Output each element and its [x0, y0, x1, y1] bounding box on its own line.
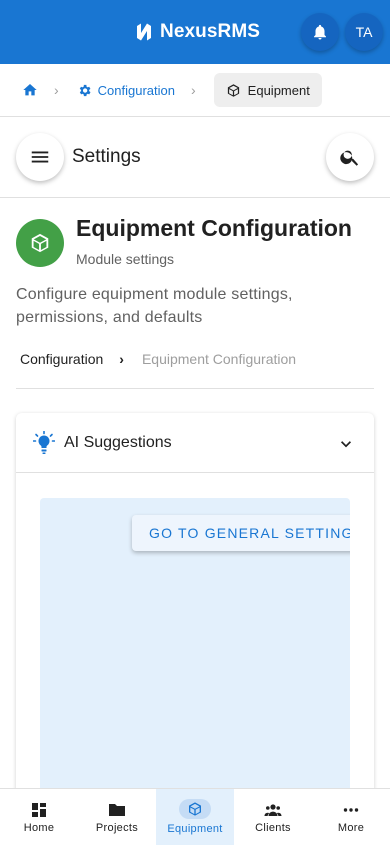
chevron-right-icon: ›	[191, 82, 196, 98]
active-indicator	[179, 799, 211, 819]
lightbulb-icon	[33, 431, 55, 454]
ai-suggestions-header[interactable]: AI Suggestions	[16, 413, 374, 473]
ai-suggestions-card: AI Suggestions GO TO GENERAL SETTINGS	[16, 413, 374, 813]
bottom-navigation: Home Projects Equipment Clients More	[0, 788, 390, 845]
divider	[16, 388, 374, 389]
sub-breadcrumb: Configuration › Equipment Configuration	[20, 351, 296, 367]
equipment-module-icon	[16, 219, 64, 267]
nav-label: Equipment	[167, 823, 223, 835]
settings-header: Settings	[0, 117, 390, 198]
go-to-general-settings-button[interactable]: GO TO GENERAL SETTINGS	[132, 515, 350, 551]
more-icon	[343, 808, 359, 812]
nav-item-projects[interactable]: Projects	[78, 789, 156, 845]
nav-item-equipment[interactable]: Equipment	[156, 789, 234, 845]
nav-item-more[interactable]: More	[312, 789, 390, 845]
sub-breadcrumb-configuration[interactable]: Configuration	[20, 351, 103, 367]
nav-label: Clients	[255, 822, 291, 834]
app-bar: NexusRMS TA	[0, 0, 390, 64]
nav-item-clients[interactable]: Clients	[234, 789, 312, 845]
nav-label: Home	[23, 822, 55, 834]
cube-icon	[31, 233, 49, 253]
module-subtitle: Module settings	[76, 251, 175, 267]
module-title: Equipment Configuration	[76, 215, 352, 241]
brand-logo[interactable]: NexusRMS	[134, 20, 260, 44]
sub-breadcrumb-current: Equipment Configuration	[141, 351, 297, 367]
breadcrumb-equipment-label: Equipment	[247, 82, 310, 98]
breadcrumb-configuration-label: Configuration	[97, 82, 175, 98]
bell-icon	[314, 24, 326, 40]
page-title: Settings	[72, 146, 141, 167]
user-avatar[interactable]: TA	[345, 13, 383, 51]
ai-suggestions-panel: GO TO GENERAL SETTINGS	[40, 498, 350, 813]
nexus-logo-icon	[137, 23, 151, 41]
cube-icon	[227, 83, 239, 97]
menu-button[interactable]	[16, 133, 64, 181]
brand-name: NexusRMS	[160, 21, 261, 42]
grid-icon	[32, 803, 46, 817]
chevron-down-icon[interactable]	[336, 434, 356, 454]
folder-icon	[109, 804, 125, 816]
breadcrumb-configuration[interactable]: Configuration	[77, 83, 175, 98]
search-icon	[340, 150, 359, 166]
breadcrumb: › Configuration › Equipment	[0, 64, 390, 117]
breadcrumb-equipment: Equipment	[213, 73, 322, 107]
nav-label: Projects	[95, 822, 139, 834]
chevron-right-icon: ›	[119, 351, 124, 367]
search-button[interactable]	[326, 133, 374, 181]
ai-suggestions-title: AI Suggestions	[64, 434, 172, 451]
cube-icon	[189, 802, 201, 816]
hamburger-icon	[31, 151, 49, 163]
nav-item-home[interactable]: Home	[0, 789, 78, 845]
chevron-right-icon: ›	[54, 82, 59, 98]
home-icon[interactable]	[22, 82, 38, 98]
module-description: Configure equipment module settings, per…	[16, 286, 293, 326]
gear-icon	[79, 84, 91, 96]
people-icon	[264, 804, 282, 816]
notifications-button[interactable]	[301, 13, 339, 51]
nav-label: More	[337, 822, 365, 834]
